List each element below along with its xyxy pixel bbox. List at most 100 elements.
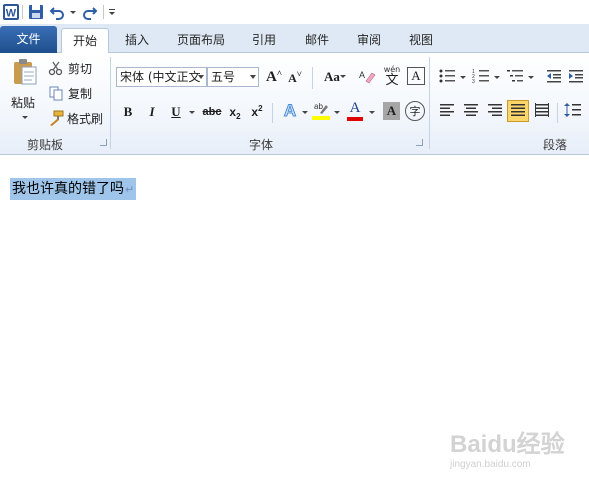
align-center-icon [463,102,479,121]
customize-arrow-icon[interactable] [106,3,124,21]
italic-button[interactable]: I [144,102,160,122]
font-size-dropdown-icon[interactable] [250,75,256,79]
font-name-value: 宋体 (中文正文 [120,70,201,84]
align-left-button[interactable] [437,101,457,121]
font-color-bar [347,117,363,121]
text-effect-dropdown-icon[interactable] [302,111,308,114]
paragraph-mark: ↵ [125,183,135,196]
numbering-button[interactable]: 123 [471,67,491,87]
line-spacing-button[interactable] [563,101,583,121]
copy-icon [48,85,64,101]
watermark: Baidu经验 jingyan.baidu.com [450,424,565,470]
clear-format-icon: A [358,67,376,88]
align-right-icon [487,102,503,121]
font-color-icon: A [349,100,361,116]
paragraph-separator [557,103,558,123]
tab-file[interactable]: 文件 [0,26,57,53]
align-center-button[interactable] [461,101,481,121]
bullets-dropdown-icon[interactable] [460,76,466,79]
tab-page-layout[interactable]: 页面布局 [168,28,234,53]
char-border-icon: A [411,68,421,83]
undo-dropdown-icon[interactable] [70,11,76,14]
qat-separator [103,5,104,19]
undo-icon[interactable] [49,3,67,21]
multilevel-list-button[interactable] [505,67,525,87]
format-painter-label: 格式刷 [67,111,104,126]
underline-dropdown-icon[interactable] [189,111,195,114]
change-case-dropdown-icon[interactable] [340,75,346,78]
enclose-char-icon: 字 [409,105,421,118]
watermark-brand: Baidu经验 [450,431,565,458]
strikethrough-button[interactable]: abc [201,102,223,122]
paragraph-group-label: 段落 [543,138,568,152]
justify-button[interactable] [507,100,529,122]
char-shading-button[interactable]: A [383,102,400,120]
increase-indent-button[interactable] [567,67,585,87]
font-color-button[interactable]: A [345,100,365,122]
copy-button[interactable]: 复制 [48,84,92,102]
superscript-button[interactable]: x2 [249,102,265,122]
char-border-button[interactable]: A [407,67,425,85]
highlight-dropdown-icon[interactable] [334,111,340,114]
highlight-button[interactable]: ab [311,100,331,122]
cut-button[interactable]: 剪切 [48,59,92,77]
tab-insert[interactable]: 插入 [115,28,159,53]
shrink-font-button[interactable]: A ˅ [287,69,303,87]
qat-separator [22,5,23,19]
tab-review[interactable]: 审阅 [347,28,391,53]
grow-font-icon: A [266,68,277,85]
decrease-indent-button[interactable] [545,67,563,87]
svg-text:A: A [359,70,365,80]
strikethrough-icon: abc [202,106,222,118]
tab-view[interactable]: 视图 [399,28,443,53]
font-separator [272,103,273,123]
font-name-dropdown-icon[interactable] [198,75,204,79]
change-case-icon: Aa [324,69,340,84]
char-shading-icon: A [386,103,397,118]
font-group-label: 字体 [249,138,274,152]
clipboard-launcher-icon[interactable] [100,139,107,146]
numbering-dropdown-icon[interactable] [494,76,500,79]
format-painter-button[interactable]: 格式刷 [48,109,103,127]
bold-button[interactable]: B [120,102,136,122]
paste-dropdown-icon[interactable] [22,116,28,119]
font-separator [312,67,313,89]
grow-font-button[interactable]: A ˄ [265,67,283,87]
distributed-button[interactable] [532,101,552,121]
distributed-icon [534,102,550,121]
subscript-icon: x [229,105,237,119]
text-effect-button[interactable]: A [279,100,301,122]
multilevel-list-dropdown-icon[interactable] [528,76,534,79]
tab-mailings[interactable]: 邮件 [295,28,339,53]
font-size-value: 五号 [211,70,236,84]
superscript-mark: 2 [258,103,263,113]
font-size-combo[interactable]: 五号 [207,67,259,87]
clipboard-group-label: 剪贴板 [27,138,64,152]
word-icon[interactable]: W [2,3,20,21]
font-color-dropdown-icon[interactable] [369,111,375,114]
decrease-indent-icon [546,68,562,87]
enclose-char-button[interactable]: 字 [405,101,425,121]
paste-label[interactable]: 粘贴 [11,94,35,111]
scissors-icon [48,60,64,76]
font-launcher-icon[interactable] [416,139,423,146]
increase-indent-icon [568,68,584,87]
ribbon-tabs: 文件 开始 插入 页面布局 引用 邮件 审阅 视图 [0,24,589,54]
svg-text:3: 3 [472,79,475,85]
underline-icon: U [171,104,181,119]
font-name-combo[interactable]: 宋体 (中文正文 [116,67,207,87]
paste-icon[interactable] [8,57,42,87]
align-right-button[interactable] [485,101,505,121]
highlight-icon: ab [311,99,331,124]
save-icon[interactable] [27,3,45,21]
underline-button[interactable]: U [168,102,184,122]
pinyin-guide-button[interactable]: wén 文 [381,65,403,89]
subscript-button[interactable]: x2 [227,102,243,122]
tab-home[interactable]: 开始 [61,28,109,54]
redo-icon[interactable] [80,3,98,21]
selected-text[interactable]: 我也许真的错了吗↵ [10,178,137,200]
document-area[interactable]: 我也许真的错了吗↵ Baidu经验 jingyan.baidu.com [0,156,589,481]
tab-references[interactable]: 引用 [243,28,285,53]
clear-format-button[interactable]: A [357,67,377,87]
bullets-button[interactable] [437,67,457,87]
